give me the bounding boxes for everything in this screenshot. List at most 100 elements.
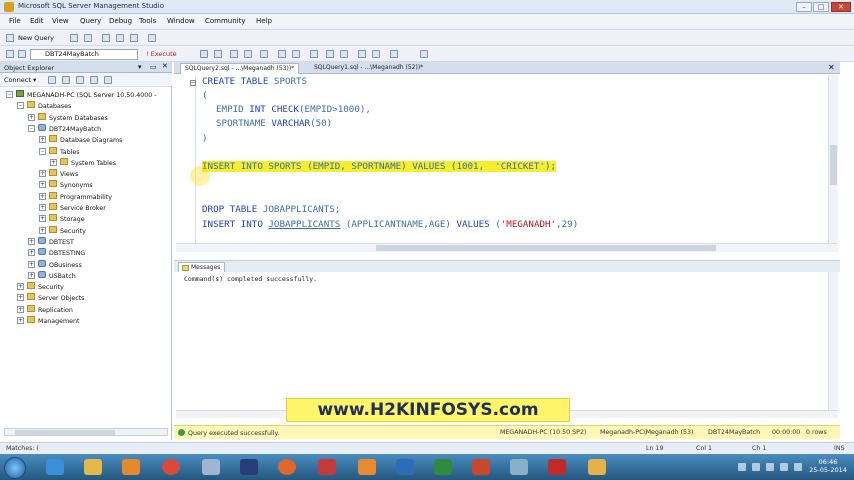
decrease-indent-icon[interactable]: [358, 50, 366, 58]
disconnect-icon[interactable]: [62, 76, 70, 84]
query-editor[interactable]: – CREATE TABLE SPORTS ( EMPID INT CHECK(…: [176, 75, 838, 243]
tree-node[interactable]: + Security: [17, 282, 64, 293]
tree-node[interactable]: + DBTEST: [28, 236, 74, 248]
tray-volume-icon[interactable]: [780, 463, 788, 471]
chrome-taskbar-icon[interactable]: [162, 459, 180, 475]
collapse-icon[interactable]: –: [28, 124, 35, 132]
uncomment-icon[interactable]: [340, 50, 348, 58]
menu-window[interactable]: Window: [167, 17, 195, 25]
tree-node[interactable]: – Databases: [17, 101, 71, 112]
expand-icon[interactable]: +: [39, 181, 46, 189]
tree-node[interactable]: – MEGANADH-PC (SQL Server 10.50.4000 -: [6, 90, 157, 101]
tray-arrow-icon[interactable]: [738, 463, 746, 471]
tree-node[interactable]: + OBusiness: [28, 259, 82, 271]
expand-icon[interactable]: +: [39, 204, 46, 211]
tree-node[interactable]: + Synonyms: [39, 180, 93, 191]
vlc-taskbar-icon[interactable]: [358, 459, 376, 475]
editor-vertical-scrollbar[interactable]: [828, 75, 838, 243]
tab-sqlquery1[interactable]: SQLQuery1.sql - ...\Meganadh (52))*: [310, 63, 427, 74]
messages-vertical-scrollbar[interactable]: [828, 272, 838, 410]
expand-icon[interactable]: +: [17, 294, 24, 302]
display-plan-icon[interactable]: [230, 50, 238, 58]
stop-icon[interactable]: [200, 50, 208, 58]
expand-icon[interactable]: +: [28, 113, 35, 121]
start-button[interactable]: [4, 457, 26, 479]
save-all-icon[interactable]: [130, 34, 138, 42]
media-player-taskbar-icon[interactable]: [122, 459, 140, 475]
outlook-taskbar-icon[interactable]: [396, 459, 414, 475]
tree-node[interactable]: + Replication: [17, 304, 73, 316]
expand-icon[interactable]: +: [28, 260, 35, 268]
explorer-taskbar-icon[interactable]: [84, 459, 102, 475]
tool-taskbar-icon[interactable]: [202, 459, 220, 475]
tree-node[interactable]: + Service Broker: [39, 203, 106, 214]
tree-node[interactable]: + Security: [39, 225, 86, 237]
object-explorer-scrollbar[interactable]: [4, 428, 168, 436]
increase-indent-icon[interactable]: [372, 50, 380, 58]
new-query-button[interactable]: New Query: [18, 34, 54, 42]
menu-tools[interactable]: Tools: [139, 17, 156, 25]
menu-edit[interactable]: Edit: [30, 17, 44, 25]
tray-misc-icon[interactable]: [794, 463, 802, 471]
connect-object-icon[interactable]: [48, 76, 56, 84]
collapse-icon[interactable]: –: [17, 102, 24, 110]
new-file-icon[interactable]: [70, 34, 78, 42]
messages-pane[interactable]: Command(s) completed successfully.: [176, 272, 828, 410]
connect-dropdown[interactable]: Connect ▾: [4, 76, 36, 84]
expand-icon[interactable]: +: [28, 249, 35, 257]
tree-node[interactable]: + DBTESTING: [28, 248, 85, 259]
expand-icon[interactable]: +: [39, 170, 46, 178]
close-panel-icon[interactable]: ✕: [162, 62, 168, 70]
dev-taskbar-icon[interactable]: [240, 459, 258, 475]
tray-flag-icon[interactable]: [752, 463, 760, 471]
menu-view[interactable]: View: [52, 17, 69, 25]
pin-icon[interactable]: ▾: [138, 63, 142, 71]
execute-button[interactable]: ! Execute: [146, 50, 177, 58]
maximize-button[interactable]: □: [813, 2, 829, 12]
taskbar-clock[interactable]: 06:46 25-05-2014: [806, 458, 850, 476]
results-grid-icon[interactable]: [292, 50, 300, 58]
editor-horizontal-scrollbar[interactable]: [176, 243, 838, 252]
excel-taskbar-icon[interactable]: [434, 459, 452, 475]
app-taskbar-icon[interactable]: [318, 459, 336, 475]
expand-icon[interactable]: +: [17, 317, 24, 324]
open-folder-icon[interactable]: [102, 34, 110, 42]
menu-file[interactable]: File: [9, 17, 21, 25]
powerpoint-taskbar-icon[interactable]: [472, 459, 490, 475]
menu-community[interactable]: Community: [205, 17, 246, 25]
acrobat-taskbar-icon[interactable]: [548, 459, 566, 475]
expand-icon[interactable]: +: [28, 271, 35, 279]
intellisense-icon[interactable]: [260, 50, 268, 58]
tree-node[interactable]: + System Databases: [28, 112, 108, 124]
expand-icon[interactable]: +: [39, 226, 46, 234]
tree-node[interactable]: + USBatch: [28, 270, 76, 282]
tree-node[interactable]: – Tables: [39, 146, 80, 158]
refresh-icon[interactable]: [104, 76, 112, 84]
results-file-icon[interactable]: [310, 50, 318, 58]
toolbar-options-icon[interactable]: [420, 50, 428, 58]
collapse-toggle-icon[interactable]: –: [190, 80, 196, 86]
collapse-icon[interactable]: –: [6, 91, 13, 98]
autohide-icon[interactable]: ▭: [150, 63, 157, 71]
tree-node[interactable]: – DBT24MayBatch: [28, 123, 101, 135]
ssms-taskbar-icon[interactable]: [510, 459, 528, 475]
tree-node[interactable]: + Server Objects: [17, 293, 84, 304]
tree-node[interactable]: + Views: [39, 169, 78, 180]
database-selector[interactable]: DBT24MayBatch: [30, 49, 138, 60]
activity-monitor-icon[interactable]: [148, 34, 156, 42]
menu-query[interactable]: Query: [80, 17, 101, 25]
menu-help[interactable]: Help: [256, 17, 272, 25]
close-button[interactable]: ✕: [831, 2, 851, 12]
tree-node[interactable]: + Management: [17, 316, 79, 327]
tab-sqlquery2[interactable]: SQLQuery2.sql - ...\Meganadh (53))*: [180, 63, 300, 74]
menu-debug[interactable]: Debug: [109, 17, 132, 25]
connect-icon[interactable]: [6, 50, 14, 58]
expand-icon[interactable]: +: [17, 305, 24, 313]
expand-icon[interactable]: +: [50, 158, 57, 166]
tree-node[interactable]: + Storage: [39, 214, 85, 225]
close-tab-icon[interactable]: ✕: [828, 63, 835, 72]
firefox-taskbar-icon[interactable]: [278, 459, 296, 475]
stop-refresh-icon[interactable]: [76, 76, 84, 84]
ie-taskbar-icon[interactable]: [46, 459, 64, 475]
comment-icon[interactable]: [326, 50, 334, 58]
